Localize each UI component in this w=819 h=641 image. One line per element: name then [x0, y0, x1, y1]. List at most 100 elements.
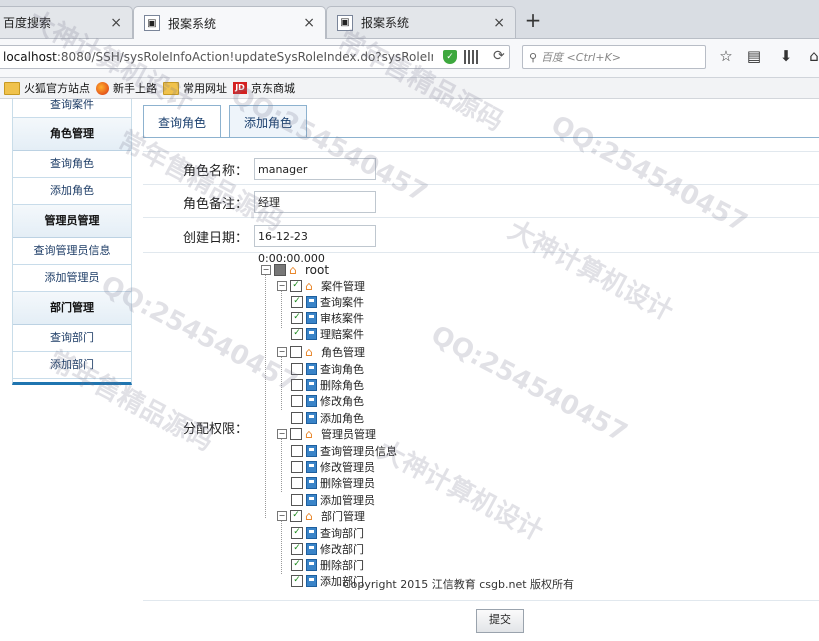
- page-tabs: 查询角色 添加角色: [143, 105, 308, 137]
- reading-list-icon[interactable]: ▤: [745, 47, 763, 65]
- tree-label: 审核案件: [320, 312, 364, 325]
- tree-checkbox[interactable]: [291, 395, 303, 407]
- page-icon: [306, 379, 317, 391]
- collapse-icon[interactable]: −: [277, 429, 287, 439]
- bookmark-item[interactable]: 常用网址: [163, 80, 227, 96]
- tree-label: 查询案件: [320, 296, 364, 309]
- form-row-role-name: 角色名称： manager: [143, 151, 819, 184]
- submit-button[interactable]: 提交: [476, 609, 524, 633]
- tree-node-leaf[interactable]: ✓ 删除部门: [291, 557, 364, 573]
- tree-node-group[interactable]: − ⌂ 角色管理: [277, 344, 365, 360]
- bookmark-item[interactable]: 新手上路: [96, 80, 157, 96]
- folder-icon: [4, 81, 20, 95]
- tree-checkbox[interactable]: [291, 363, 303, 375]
- tree-node-leaf[interactable]: 查询管理员信息: [291, 443, 397, 459]
- qr-code-icon[interactable]: [464, 50, 478, 64]
- tree-checkbox[interactable]: ✓: [290, 510, 302, 522]
- sidebar-section-role[interactable]: 角色管理: [13, 118, 131, 151]
- collapse-icon[interactable]: −: [261, 265, 271, 275]
- sidebar-item-add-admin[interactable]: 添加管理员: [13, 265, 131, 292]
- reload-icon[interactable]: ⟳: [493, 48, 505, 64]
- tree-checkbox[interactable]: ✓: [291, 312, 303, 324]
- search-input[interactable]: ⚲ 百度 <Ctrl+K>: [522, 45, 706, 69]
- tree-node-leaf[interactable]: 查询角色: [291, 361, 364, 377]
- tree-node-leaf[interactable]: 修改管理员: [291, 459, 375, 475]
- tab-query-role[interactable]: 查询角色: [143, 105, 222, 137]
- browser-tab-bar: 百度搜索 × ▣ 报案系统 × ▣ 报案系统 × +: [0, 0, 819, 39]
- tree-node-leaf[interactable]: 修改角色: [291, 393, 364, 409]
- folder-home-icon: ⌂: [305, 427, 313, 441]
- page-icon: [306, 494, 317, 506]
- sidebar-item-add-role[interactable]: 添加角色: [13, 178, 131, 205]
- sidebar-item-query-role[interactable]: 查询角色: [13, 151, 131, 178]
- collapse-icon[interactable]: −: [277, 347, 287, 357]
- new-tab-icon[interactable]: +: [523, 8, 543, 32]
- tab-add-role[interactable]: 添加角色: [229, 105, 308, 137]
- collapse-icon[interactable]: −: [277, 511, 287, 521]
- folder-home-icon: ⌂: [305, 345, 313, 359]
- tree-label: 部门管理: [321, 510, 365, 523]
- tree-node-leaf[interactable]: ✓ 查询部门: [291, 525, 364, 541]
- tree-checkbox[interactable]: ✓: [291, 559, 303, 571]
- page-favicon-icon: ▣: [144, 15, 160, 31]
- tree-checkbox[interactable]: ✓: [291, 296, 303, 308]
- tree-node-leaf[interactable]: ✓ 修改部门: [291, 541, 364, 557]
- sidebar-item-add-dept[interactable]: 添加部门: [13, 352, 131, 379]
- bookmark-item[interactable]: JD 京东商城: [233, 80, 295, 96]
- role-name-input[interactable]: manager: [254, 158, 376, 180]
- tree-checkbox[interactable]: [290, 346, 302, 358]
- tree-node-leaf[interactable]: 删除角色: [291, 377, 364, 393]
- role-name-label: 角色名称：: [182, 164, 248, 179]
- sidebar-item-query-admin[interactable]: 查询管理员信息: [13, 238, 131, 265]
- download-icon[interactable]: ⬇: [777, 47, 795, 65]
- tree-checkbox[interactable]: [291, 445, 303, 457]
- role-note-input[interactable]: 经理: [254, 191, 376, 213]
- browser-tab-3[interactable]: ▣ 报案系统 ×: [326, 6, 516, 38]
- main-panel: 查询角色 添加角色 角色名称： manager 角色备注： 经理 创建日期： 1…: [143, 99, 819, 640]
- tree-checkbox[interactable]: ✓: [291, 543, 303, 555]
- sidebar-section-dept[interactable]: 部门管理: [13, 292, 131, 325]
- sidebar-item-query-dept[interactable]: 查询部门: [13, 325, 131, 352]
- bookmarks-bar: 火狐官方站点 新手上路 常用网址 JD 京东商城: [0, 78, 819, 99]
- jd-icon: JD: [233, 82, 247, 94]
- tree-checkbox[interactable]: [291, 477, 303, 489]
- shield-icon[interactable]: ✓: [443, 50, 457, 64]
- sidebar-item-query-case[interactable]: 查询案件: [13, 99, 131, 118]
- home-icon[interactable]: ⌂: [805, 47, 819, 65]
- tree-checkbox[interactable]: ✓: [291, 575, 303, 587]
- browser-tab-2[interactable]: ▣ 报案系统 ×: [133, 6, 326, 39]
- tree-node-leaf[interactable]: 添加管理员: [291, 492, 375, 508]
- tree-checkbox[interactable]: [291, 412, 303, 424]
- tree-checkbox[interactable]: [291, 379, 303, 391]
- tree-checkbox[interactable]: ✓: [291, 328, 303, 340]
- tree-node-group[interactable]: − ✓ ⌂ 案件管理: [277, 278, 365, 294]
- sidebar-section-admin[interactable]: 管理员管理: [13, 205, 131, 238]
- star-icon[interactable]: ☆: [717, 47, 735, 65]
- close-icon[interactable]: ×: [110, 15, 122, 31]
- close-icon[interactable]: ×: [493, 15, 505, 31]
- tree-checkbox[interactable]: [291, 494, 303, 506]
- tree-node-leaf[interactable]: 删除管理员: [291, 475, 375, 491]
- tree-checkbox[interactable]: ✓: [290, 280, 302, 292]
- tree-label: 修改角色: [320, 395, 364, 408]
- tree-node-group[interactable]: − ✓ ⌂ 部门管理: [277, 508, 365, 524]
- tree-node-leaf[interactable]: 添加角色: [291, 410, 364, 426]
- tree-node-leaf[interactable]: ✓ 理赔案件: [291, 326, 364, 342]
- url-bar[interactable]: localhost:8080/SSH/sysRoleInfoAction!upd…: [0, 45, 510, 69]
- page-content: 查询案件 角色管理 查询角色 添加角色 管理员管理 查询管理员信息 添加管理员 …: [0, 99, 819, 640]
- tree-checkbox[interactable]: [290, 428, 302, 440]
- tree-checkbox-partial[interactable]: [274, 264, 286, 276]
- tree-label: 修改部门: [320, 543, 364, 556]
- tree-node-root[interactable]: − ⌂ root: [261, 262, 329, 278]
- created-date-input[interactable]: 16-12-23 0:00:00.000: [254, 225, 376, 265]
- close-icon[interactable]: ×: [303, 15, 315, 31]
- tree-node-leaf[interactable]: ✓ 查询案件: [291, 294, 364, 310]
- page-icon: [306, 445, 317, 457]
- tree-node-group[interactable]: − ⌂ 管理员管理: [277, 426, 376, 442]
- bookmark-item[interactable]: 火狐官方站点: [4, 80, 90, 96]
- collapse-icon[interactable]: −: [277, 281, 287, 291]
- tree-node-leaf[interactable]: ✓ 审核案件: [291, 310, 364, 326]
- tree-checkbox[interactable]: [291, 461, 303, 473]
- tree-checkbox[interactable]: ✓: [291, 527, 303, 539]
- browser-tab-1[interactable]: 百度搜索 ×: [0, 6, 133, 38]
